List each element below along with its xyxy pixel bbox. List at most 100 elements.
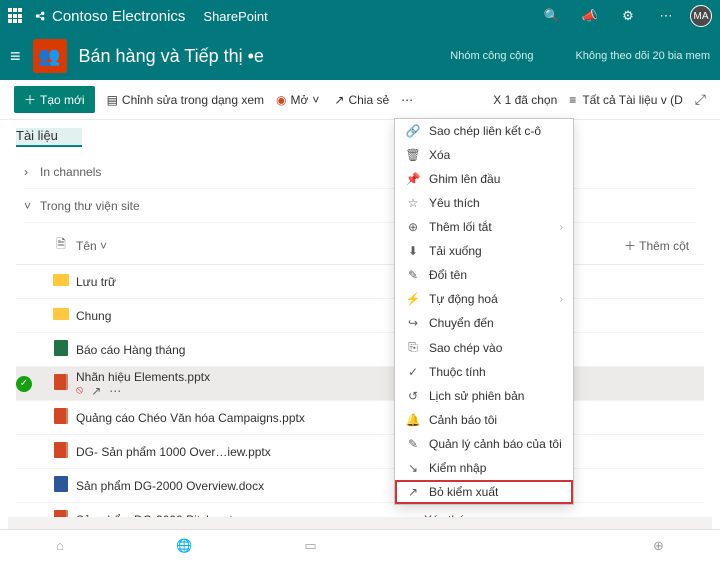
- menu-item[interactable]: ⊕Thêm lối tắt›: [395, 215, 573, 239]
- ppt-icon: [54, 408, 68, 424]
- site-follow[interactable]: Không theo dõi 20 bia mem: [575, 50, 710, 62]
- menu-item-icon: ⬇: [405, 244, 421, 258]
- file-name[interactable]: Nhãn hiệu Elements.pptx: [76, 370, 210, 384]
- menu-item[interactable]: ↘Kiểm nhập: [395, 456, 573, 480]
- menu-item-icon: 📌: [405, 172, 421, 186]
- tab-documents[interactable]: Tài liệu: [16, 128, 82, 147]
- menu-item-label: Sao chép liên kết c-ô: [429, 124, 541, 138]
- view-switcher[interactable]: ≡ Tất cả Tài liệu v (D: [569, 93, 683, 107]
- menu-item[interactable]: ✓ Thuộc tính: [395, 360, 573, 384]
- menu-item-icon: ↺: [405, 389, 421, 403]
- menu-item-icon: ✓: [405, 365, 421, 379]
- menu-item-label: Bỏ kiểm xuất: [429, 485, 498, 499]
- expand-icon[interactable]: ⤢: [695, 91, 706, 108]
- menu-item-label: Thêm lối tắt: [429, 220, 492, 234]
- table-row[interactable]: Lưu trữ Đồng ý: [16, 265, 704, 299]
- word-icon: [54, 476, 68, 492]
- menu-item[interactable]: ↗ Bỏ kiểm xuất: [395, 480, 573, 504]
- context-menu: 🔗Sao chép liên kết c-ô🗑Xóa📌Ghim lên đầu☆…: [394, 118, 574, 505]
- settings-icon[interactable]: ⚙: [614, 8, 642, 24]
- menu-item-icon: 🗑: [405, 148, 421, 162]
- card-icon[interactable]: ▭: [304, 538, 316, 554]
- table-row[interactable]: Chung Augur stypp: [16, 299, 704, 333]
- menu-item[interactable]: 🗑 Xóa: [395, 143, 573, 167]
- site-group: Nhóm công cộng: [450, 50, 533, 62]
- menu-item-icon: ✎: [405, 268, 421, 282]
- globe-icon[interactable]: 🌐: [176, 538, 192, 554]
- more-cmd-button[interactable]: ⋯: [401, 93, 413, 107]
- avatar[interactable]: MA: [690, 5, 712, 27]
- file-name[interactable]: Chung: [76, 309, 111, 323]
- app-name[interactable]: SharePoint: [203, 9, 267, 24]
- open-button[interactable]: ◉ Mở ˅: [276, 93, 322, 107]
- file-name[interactable]: Quảng cáo Chéo Văn hóa Campaigns.pptx: [76, 411, 305, 425]
- app-launcher-icon[interactable]: [8, 8, 24, 24]
- menu-item-icon: 🔗: [405, 124, 421, 138]
- table-row[interactable]: Báo cáo Hàng tháng Augur sty: [16, 333, 704, 367]
- list-header: 🗎 Tên ˅ Sửa đổi …ỷy ＋ Thêm cột: [16, 227, 704, 265]
- col-add[interactable]: ＋ Thêm cột: [624, 237, 704, 254]
- search-icon[interactable]: 🔍: [538, 8, 566, 24]
- site-title[interactable]: Bán hàng và Tiếp thị •e: [79, 46, 264, 67]
- file-name[interactable]: Lưu trữ: [76, 275, 116, 289]
- row-more-icon[interactable]: ⋯: [109, 384, 121, 398]
- new-button[interactable]: ＋ Tạo mới: [14, 86, 95, 113]
- selection-count[interactable]: X 1 đã chọn: [493, 93, 557, 107]
- menu-item-label: Lịch sử phiên bản: [429, 389, 524, 403]
- table-row[interactable]: Quảng cáo Chéo Văn hóa Campaigns.pptx Xá…: [16, 401, 704, 435]
- file-name[interactable]: DG- Sản phẩm 1000 Over…iew.pptx: [76, 445, 271, 459]
- table-row[interactable]: DG- Sản phẩm 1000 Over…iew.pptx: [16, 435, 704, 469]
- menu-item[interactable]: ✎ Đổi tên: [395, 263, 573, 287]
- menu-item[interactable]: 🔔Cảnh báo tôi: [395, 408, 573, 432]
- menu-item-icon: ⊕: [405, 220, 421, 234]
- megaphone-icon[interactable]: 📣: [576, 8, 604, 24]
- table-row[interactable]: Sản phẩm DG-2000 Overview.docx: [16, 469, 704, 503]
- menu-item-label: Chuyển đến: [429, 316, 494, 330]
- share-icon[interactable]: ↗: [91, 384, 101, 398]
- horizontal-scrollbar[interactable]: [8, 517, 712, 529]
- menu-item-label: Xóa: [429, 148, 450, 162]
- menu-item-label: Tự động hoá: [429, 292, 498, 306]
- add-icon[interactable]: ⊕: [653, 538, 664, 554]
- ppt-icon: [54, 442, 68, 458]
- brand-logo-icon: [34, 9, 48, 23]
- menu-item[interactable]: ⚡Tự động hoá›: [395, 287, 573, 311]
- menu-item[interactable]: ↺ Lịch sử phiên bản: [395, 384, 573, 408]
- menu-item[interactable]: ✎Quản lý cảnh báo của tôi: [395, 432, 573, 456]
- menu-item-label: Kiểm nhập: [429, 461, 486, 475]
- share-button[interactable]: ↗ Chia sẻ: [334, 93, 389, 107]
- file-name[interactable]: Sản phẩm DG-2000 Overview.docx: [76, 479, 264, 493]
- menu-item[interactable]: 🔗 Sao chép liên kết c-ô: [395, 119, 573, 143]
- menu-item[interactable]: ⬇Tải xuống: [395, 239, 573, 263]
- folder-icon: [53, 274, 69, 286]
- menu-item-label: Sao chép vào: [429, 341, 502, 355]
- check-icon[interactable]: ✓: [16, 376, 32, 392]
- folder-icon: [53, 308, 69, 320]
- menu-item-icon: ↗: [405, 485, 421, 499]
- col-name[interactable]: Tên ˅: [76, 239, 424, 253]
- menu-item[interactable]: 📌Ghim lên đầu: [395, 167, 573, 191]
- edit-grid-button[interactable]: ▤ Chỉnh sửa trong dạng xem: [107, 93, 264, 107]
- ppt-icon: [54, 374, 68, 390]
- tenant-brand[interactable]: Contoso Electronics: [34, 8, 185, 25]
- file-name[interactable]: Báo cáo Hàng tháng: [76, 343, 185, 357]
- document-list: 🗎 Tên ˅ Sửa đổi …ỷy ＋ Thêm cột Lưu trữ Đ…: [0, 227, 720, 537]
- menu-item[interactable]: ↪Chuyển đến: [395, 311, 573, 335]
- home-icon[interactable]: ⌂: [56, 538, 64, 553]
- menu-item-icon: ⚡: [405, 292, 421, 306]
- nav-in-site[interactable]: ˅Trong thư viện site: [24, 189, 696, 223]
- menu-item[interactable]: ☆Yêu thích: [395, 191, 573, 215]
- content-area: Tài liệu ›In channels ˅Trong thư viện si…: [0, 120, 720, 537]
- nav-in-channels[interactable]: ›In channels: [24, 155, 696, 189]
- menu-item-icon: ☆: [405, 196, 421, 210]
- menu-item-label: Đổi tên: [429, 268, 467, 282]
- menu-item[interactable]: ⎘Sao chép vào: [395, 335, 573, 360]
- hamburger-icon[interactable]: ≡: [10, 46, 21, 67]
- mobile-footbar: ⌂ 🌐 ▭ ⊕: [0, 529, 720, 561]
- menu-item-label: Thuộc tính: [429, 365, 486, 379]
- site-logo[interactable]: 👥: [33, 39, 67, 73]
- table-row[interactable]: ✓Nhãn hiệu Elements.pptx ⦸↗⋯Co vài sstra…: [16, 367, 704, 401]
- more-icon[interactable]: ⋯: [652, 8, 680, 24]
- suite-nav: Contoso Electronics SharePoint 🔍 📣 ⚙ ⋯ M…: [0, 0, 720, 32]
- col-type-icon[interactable]: 🗎: [46, 235, 76, 256]
